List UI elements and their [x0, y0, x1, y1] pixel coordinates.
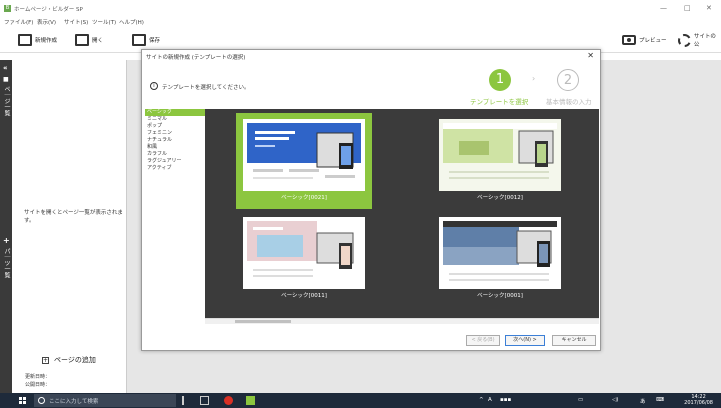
tray-apps-icon[interactable]: ▪▪▪: [500, 397, 511, 403]
template-card[interactable]: ベーシック[0011]: [243, 217, 365, 299]
eye-icon: [622, 35, 636, 45]
cancel-button[interactable]: キャンセル: [552, 335, 596, 346]
menu-view[interactable]: 表示(V): [37, 18, 56, 26]
close-icon[interactable]: ✕: [706, 4, 712, 12]
tray-arrow-icon[interactable]: ^: [479, 397, 484, 403]
new-site-dialog: サイトの新規作成 (テンプレートの選択) ✕ i テンプレートを選択してください…: [141, 49, 601, 351]
category-list: ベーシック ミニマル ポップ フェミニン ナチュラル 和風 カラフル ラグジュア…: [145, 109, 205, 318]
category-item[interactable]: ナチュラル: [145, 137, 205, 144]
template-name: ベーシック[0021]: [281, 195, 327, 201]
category-item[interactable]: ベーシック: [145, 109, 205, 116]
dialog-close-icon[interactable]: ✕: [587, 51, 594, 60]
chevron-right-icon: ›: [532, 74, 536, 83]
preview-button[interactable]: プレビュー: [622, 33, 667, 47]
maximize-icon[interactable]: □: [684, 4, 691, 12]
open-button[interactable]: 開く: [75, 33, 103, 47]
browser-icon[interactable]: [224, 396, 233, 405]
dialog-title: サイトの新規作成 (テンプレートの選択): [146, 55, 246, 61]
publish-button[interactable]: サイトの公: [678, 33, 721, 48]
save-button[interactable]: 保存: [132, 33, 160, 47]
taskbar: ここに入力して検索 ^ A ▪▪▪ ▭ ◁) あ ⌨ 14:22 2017/06…: [0, 393, 721, 408]
menu-help[interactable]: ヘルプ(H): [119, 18, 144, 26]
window-title: ホームページ・ビルダー SP: [14, 7, 83, 13]
task-view-icon[interactable]: [200, 396, 209, 405]
plus-icon: +: [42, 356, 49, 364]
homepage-builder-icon[interactable]: [246, 396, 255, 405]
template-gallery: ベーシック[0021] ベーシック[0012] ベーシック[0011] ベーシッ…: [205, 109, 599, 318]
windows-start-icon[interactable]: [19, 397, 26, 404]
new-button[interactable]: 新規作成: [18, 33, 57, 47]
minimize-icon[interactable]: —: [660, 4, 667, 12]
ime-icon[interactable]: あ: [640, 397, 646, 405]
category-item[interactable]: アクティブ: [145, 165, 205, 172]
date-info: 更新日時： 公開日時：: [25, 374, 51, 388]
template-card[interactable]: ベーシック[0021]: [236, 113, 372, 209]
template-name: ベーシック[0001]: [477, 293, 523, 299]
globe-icon: [678, 33, 691, 47]
app-icon: B: [4, 5, 11, 12]
tab-page-list[interactable]: ペ｜ジ一覧: [2, 86, 11, 116]
open-icon: [75, 34, 89, 46]
template-card[interactable]: ベーシック[0001]: [439, 217, 561, 299]
category-item[interactable]: フェミニン: [145, 130, 205, 137]
template-card[interactable]: ベーシック[0012]: [439, 119, 561, 201]
page-list-panel: サイトを開くとページ一覧が表示されます。 + ページの追加 更新日時： 公開日時…: [12, 60, 127, 393]
cortana-icon: [38, 397, 45, 404]
template-thumbnail: [243, 119, 365, 191]
menu-tools[interactable]: ツール(T): [92, 18, 116, 26]
mic-icon[interactable]: [182, 396, 191, 405]
template-thumbnail: [439, 119, 561, 191]
category-item[interactable]: 和風: [145, 144, 205, 151]
new-document-icon: [18, 34, 32, 46]
save-icon: [132, 34, 146, 46]
input-indicator[interactable]: A: [488, 397, 492, 403]
next-button[interactable]: 次へ(N) >: [505, 335, 545, 346]
info-icon: i: [150, 82, 158, 90]
collapse-icon[interactable]: «: [3, 64, 8, 72]
menu-file[interactable]: ファイル(F): [4, 18, 33, 26]
network-icon[interactable]: ▭: [578, 397, 583, 403]
horizontal-scrollbar[interactable]: [205, 318, 599, 324]
taskbar-search[interactable]: ここに入力して検索: [34, 394, 176, 407]
category-item[interactable]: ラグジュアリー: [145, 158, 205, 165]
template-thumbnail: [243, 217, 365, 289]
template-name: ベーシック[0011]: [281, 293, 327, 299]
step-2-label: 基本情報の入力: [546, 98, 592, 106]
template-name: ベーシック[0012]: [477, 195, 523, 201]
menu-site[interactable]: サイト(S): [64, 18, 88, 26]
menu-bar: ファイル(F) 表示(V) サイト(S) ツール(T) ヘルプ(H): [0, 17, 721, 27]
search-placeholder: ここに入力して検索: [49, 399, 99, 405]
instruction-text: テンプレートを選択してください。: [162, 85, 250, 91]
step-1-indicator: 1: [489, 69, 511, 91]
add-page-button[interactable]: + ページの追加: [42, 355, 96, 365]
step-1-label: テンプレートを選択: [470, 98, 529, 106]
clock[interactable]: 14:22 2017/06/08: [684, 394, 713, 406]
volume-icon[interactable]: ◁): [612, 397, 618, 403]
tab-parts-list[interactable]: パ｜ツ一覧: [2, 248, 11, 278]
title-bar: B ホームページ・ビルダー SP — □ ✕: [0, 0, 721, 17]
scrollbar-thumb[interactable]: [235, 320, 291, 323]
side-tab-strip: « ■ ペ｜ジ一覧 + パ｜ツ一覧: [0, 60, 12, 393]
plus-icon[interactable]: +: [3, 236, 10, 245]
template-thumbnail: [439, 217, 561, 289]
page-list-icon: ■: [3, 76, 9, 83]
step-2-indicator: 2: [557, 69, 579, 91]
empty-message: サイトを開くとページ一覧が表示されます。: [24, 210, 123, 224]
keyboard-icon[interactable]: ⌨: [656, 397, 664, 403]
category-item[interactable]: ミニマル: [145, 116, 205, 123]
category-item[interactable]: カラフル: [145, 151, 205, 158]
category-item[interactable]: ポップ: [145, 123, 205, 130]
back-button[interactable]: < 戻る(B): [466, 335, 500, 346]
